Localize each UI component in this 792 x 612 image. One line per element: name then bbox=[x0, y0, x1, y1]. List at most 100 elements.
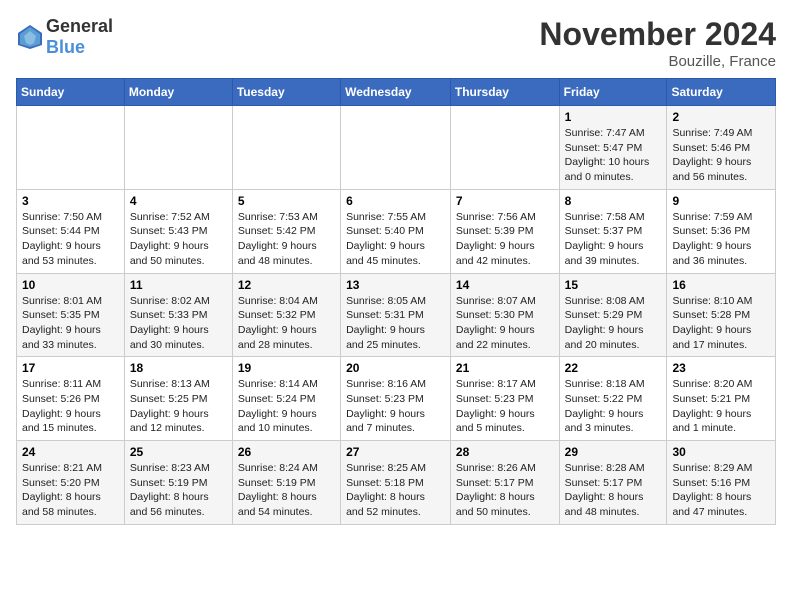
day-number: 2 bbox=[672, 110, 770, 124]
day-number: 14 bbox=[456, 278, 554, 292]
cell-content: Sunrise: 8:14 AM Sunset: 5:24 PM Dayligh… bbox=[238, 377, 335, 436]
day-number: 9 bbox=[672, 194, 770, 208]
calendar-cell bbox=[232, 106, 340, 190]
day-number: 29 bbox=[565, 445, 662, 459]
calendar-cell: 30 Sunrise: 8:29 AM Sunset: 5:16 PM Dayli… bbox=[667, 441, 776, 525]
day-number: 24 bbox=[22, 445, 119, 459]
calendar-cell: 28 Sunrise: 8:26 AM Sunset: 5:17 PM Dayli… bbox=[450, 441, 559, 525]
weekday-header: Friday bbox=[559, 79, 667, 106]
day-number: 16 bbox=[672, 278, 770, 292]
calendar-cell: 9 Sunrise: 7:59 AM Sunset: 5:36 PM Daylig… bbox=[667, 189, 776, 273]
day-number: 11 bbox=[130, 278, 227, 292]
cell-content: Sunrise: 7:50 AM Sunset: 5:44 PM Dayligh… bbox=[22, 210, 119, 269]
calendar-cell: 3 Sunrise: 7:50 AM Sunset: 5:44 PM Daylig… bbox=[17, 189, 125, 273]
cell-content: Sunrise: 8:26 AM Sunset: 5:17 PM Dayligh… bbox=[456, 461, 554, 520]
day-number: 22 bbox=[565, 361, 662, 375]
logo-icon bbox=[16, 23, 44, 51]
calendar-cell: 23 Sunrise: 8:20 AM Sunset: 5:21 PM Dayli… bbox=[667, 357, 776, 441]
calendar-cell: 22 Sunrise: 8:18 AM Sunset: 5:22 PM Dayli… bbox=[559, 357, 667, 441]
cell-content: Sunrise: 7:52 AM Sunset: 5:43 PM Dayligh… bbox=[130, 210, 227, 269]
weekday-header: Thursday bbox=[450, 79, 559, 106]
weekday-header: Sunday bbox=[17, 79, 125, 106]
weekday-header: Wednesday bbox=[341, 79, 451, 106]
day-number: 1 bbox=[565, 110, 662, 124]
calendar-cell: 25 Sunrise: 8:23 AM Sunset: 5:19 PM Dayli… bbox=[124, 441, 232, 525]
cell-content: Sunrise: 7:47 AM Sunset: 5:47 PM Dayligh… bbox=[565, 126, 662, 185]
calendar-cell: 27Sunrise: 8:25 AM Sunset: 5:18 PM Dayli… bbox=[341, 441, 451, 525]
calendar-cell: 6 Sunrise: 7:55 AM Sunset: 5:40 PM Daylig… bbox=[341, 189, 451, 273]
cell-content: Sunrise: 8:21 AM Sunset: 5:20 PM Dayligh… bbox=[22, 461, 119, 520]
calendar-cell: 29 Sunrise: 8:28 AM Sunset: 5:17 PM Dayli… bbox=[559, 441, 667, 525]
calendar-cell: 2Sunrise: 7:49 AM Sunset: 5:46 PM Daylig… bbox=[667, 106, 776, 190]
day-number: 17 bbox=[22, 361, 119, 375]
day-number: 7 bbox=[456, 194, 554, 208]
calendar-cell: 26 Sunrise: 8:24 AM Sunset: 5:19 PM Dayli… bbox=[232, 441, 340, 525]
cell-content: Sunrise: 8:08 AM Sunset: 5:29 PM Dayligh… bbox=[565, 294, 662, 353]
calendar-cell: 13Sunrise: 8:05 AM Sunset: 5:31 PM Dayli… bbox=[341, 273, 451, 357]
cell-content: Sunrise: 8:01 AM Sunset: 5:35 PM Dayligh… bbox=[22, 294, 119, 353]
day-number: 28 bbox=[456, 445, 554, 459]
calendar-week-row: 17 Sunrise: 8:11 AM Sunset: 5:26 PM Dayli… bbox=[17, 357, 776, 441]
cell-content: Sunrise: 7:59 AM Sunset: 5:36 PM Dayligh… bbox=[672, 210, 770, 269]
day-number: 27 bbox=[346, 445, 445, 459]
cell-content: Sunrise: 8:11 AM Sunset: 5:26 PM Dayligh… bbox=[22, 377, 119, 436]
cell-content: Sunrise: 7:53 AM Sunset: 5:42 PM Dayligh… bbox=[238, 210, 335, 269]
cell-content: Sunrise: 8:24 AM Sunset: 5:19 PM Dayligh… bbox=[238, 461, 335, 520]
cell-content: Sunrise: 8:10 AM Sunset: 5:28 PM Dayligh… bbox=[672, 294, 770, 353]
calendar-cell: 16 Sunrise: 8:10 AM Sunset: 5:28 PM Dayli… bbox=[667, 273, 776, 357]
logo-general: General bbox=[46, 16, 113, 36]
calendar-table: SundayMondayTuesdayWednesdayThursdayFrid… bbox=[16, 78, 776, 525]
day-number: 23 bbox=[672, 361, 770, 375]
calendar-cell: 4 Sunrise: 7:52 AM Sunset: 5:43 PM Daylig… bbox=[124, 189, 232, 273]
calendar-cell: 8Sunrise: 7:58 AM Sunset: 5:37 PM Daylig… bbox=[559, 189, 667, 273]
day-number: 5 bbox=[238, 194, 335, 208]
cell-content: Sunrise: 8:17 AM Sunset: 5:23 PM Dayligh… bbox=[456, 377, 554, 436]
weekday-header-row: SundayMondayTuesdayWednesdayThursdayFrid… bbox=[17, 79, 776, 106]
calendar-week-row: 1 Sunrise: 7:47 AM Sunset: 5:47 PM Daylig… bbox=[17, 106, 776, 190]
calendar-cell: 17 Sunrise: 8:11 AM Sunset: 5:26 PM Dayli… bbox=[17, 357, 125, 441]
day-number: 3 bbox=[22, 194, 119, 208]
day-number: 19 bbox=[238, 361, 335, 375]
cell-content: Sunrise: 8:29 AM Sunset: 5:16 PM Dayligh… bbox=[672, 461, 770, 520]
cell-content: Sunrise: 8:02 AM Sunset: 5:33 PM Dayligh… bbox=[130, 294, 227, 353]
calendar-week-row: 10 Sunrise: 8:01 AM Sunset: 5:35 PM Dayli… bbox=[17, 273, 776, 357]
day-number: 10 bbox=[22, 278, 119, 292]
day-number: 20 bbox=[346, 361, 445, 375]
weekday-header: Monday bbox=[124, 79, 232, 106]
cell-content: Sunrise: 8:23 AM Sunset: 5:19 PM Dayligh… bbox=[130, 461, 227, 520]
calendar-cell: 24 Sunrise: 8:21 AM Sunset: 5:20 PM Dayli… bbox=[17, 441, 125, 525]
calendar-week-row: 3 Sunrise: 7:50 AM Sunset: 5:44 PM Daylig… bbox=[17, 189, 776, 273]
cell-content: Sunrise: 8:05 AM Sunset: 5:31 PM Dayligh… bbox=[346, 294, 445, 353]
title-area: November 2024 Bouzille, France bbox=[539, 16, 776, 70]
calendar-week-row: 24 Sunrise: 8:21 AM Sunset: 5:20 PM Dayli… bbox=[17, 441, 776, 525]
calendar-cell: 14 Sunrise: 8:07 AM Sunset: 5:30 PM Dayli… bbox=[450, 273, 559, 357]
month-title: November 2024 bbox=[539, 16, 776, 53]
cell-content: Sunrise: 8:28 AM Sunset: 5:17 PM Dayligh… bbox=[565, 461, 662, 520]
day-number: 30 bbox=[672, 445, 770, 459]
day-number: 12 bbox=[238, 278, 335, 292]
cell-content: Sunrise: 8:07 AM Sunset: 5:30 PM Dayligh… bbox=[456, 294, 554, 353]
calendar-cell: 1 Sunrise: 7:47 AM Sunset: 5:47 PM Daylig… bbox=[559, 106, 667, 190]
day-number: 4 bbox=[130, 194, 227, 208]
calendar-cell: 21Sunrise: 8:17 AM Sunset: 5:23 PM Dayli… bbox=[450, 357, 559, 441]
calendar-cell: 11 Sunrise: 8:02 AM Sunset: 5:33 PM Dayli… bbox=[124, 273, 232, 357]
cell-content: Sunrise: 8:13 AM Sunset: 5:25 PM Dayligh… bbox=[130, 377, 227, 436]
day-number: 25 bbox=[130, 445, 227, 459]
cell-content: Sunrise: 8:18 AM Sunset: 5:22 PM Dayligh… bbox=[565, 377, 662, 436]
day-number: 26 bbox=[238, 445, 335, 459]
calendar-cell bbox=[17, 106, 125, 190]
calendar-cell: 20Sunrise: 8:16 AM Sunset: 5:23 PM Dayli… bbox=[341, 357, 451, 441]
cell-content: Sunrise: 8:20 AM Sunset: 5:21 PM Dayligh… bbox=[672, 377, 770, 436]
day-number: 18 bbox=[130, 361, 227, 375]
calendar-cell bbox=[124, 106, 232, 190]
day-number: 6 bbox=[346, 194, 445, 208]
calendar-cell bbox=[341, 106, 451, 190]
weekday-header: Tuesday bbox=[232, 79, 340, 106]
cell-content: Sunrise: 8:04 AM Sunset: 5:32 PM Dayligh… bbox=[238, 294, 335, 353]
location: Bouzille, France bbox=[539, 53, 776, 70]
day-number: 8 bbox=[565, 194, 662, 208]
calendar-cell: 7Sunrise: 7:56 AM Sunset: 5:39 PM Daylig… bbox=[450, 189, 559, 273]
cell-content: Sunrise: 7:55 AM Sunset: 5:40 PM Dayligh… bbox=[346, 210, 445, 269]
logo-blue: Blue bbox=[46, 37, 85, 57]
calendar-cell: 12 Sunrise: 8:04 AM Sunset: 5:32 PM Dayli… bbox=[232, 273, 340, 357]
